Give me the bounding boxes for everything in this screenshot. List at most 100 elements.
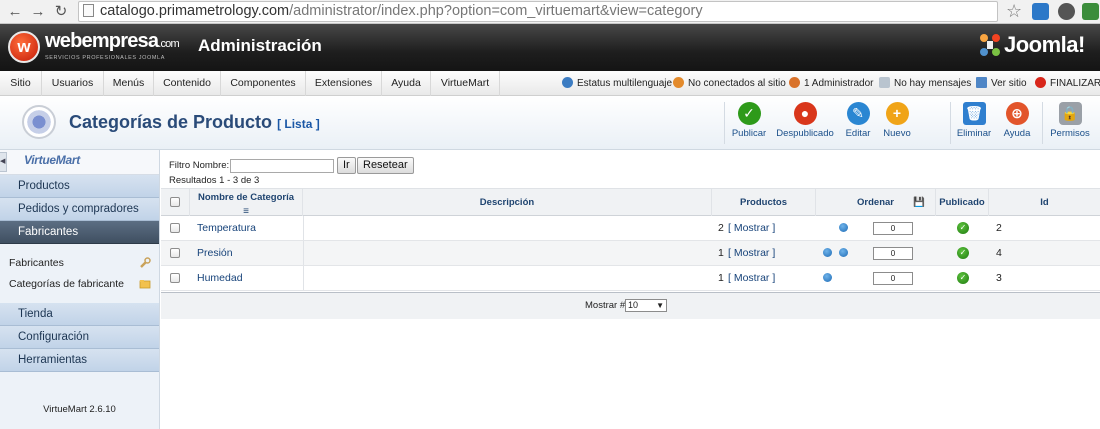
page-title: Categorías de Producto [ Lista ]: [69, 112, 320, 132]
select-all-checkbox[interactable]: [170, 197, 180, 207]
help-lifebuoy-icon: ⊕: [1005, 102, 1029, 125]
menu-item-contenido[interactable]: Contenido: [154, 71, 221, 96]
results-count: Resultados 1 - 3 de 3: [169, 175, 260, 186]
bookmark-star-icon[interactable]: ☆: [1006, 1, 1022, 22]
move-down-icon[interactable]: [839, 223, 848, 232]
sidebar-collapse-icon[interactable]: ◀: [0, 152, 7, 172]
status-messages[interactable]: No hay mensajes: [879, 71, 971, 96]
published-check-icon[interactable]: ✓: [957, 247, 969, 259]
webempresa-logo-icon: w: [8, 31, 40, 63]
joomla-icon: [980, 34, 1000, 56]
table-header: Nombre de Categoría ≡ Descripción Produc…: [161, 188, 1100, 217]
page-subtitle: [ Lista ]: [277, 117, 320, 131]
address-bar[interactable]: catalogo.primametrology.com/administrato…: [78, 1, 998, 22]
reload-icon[interactable]: ↻: [52, 3, 70, 21]
folder-icon: [139, 280, 151, 289]
sidebar-subitem-fabricantes[interactable]: Fabricantes: [0, 253, 159, 273]
main-content: Filtro Nombre: Ir Resetear Resultados 1 …: [161, 150, 1100, 429]
sidebar-item-tienda[interactable]: Tienda: [0, 303, 159, 326]
chevron-down-icon: ▼: [656, 301, 664, 310]
save-order-icon[interactable]: 💾: [913, 189, 925, 216]
category-name-link[interactable]: Temperatura: [197, 216, 256, 240]
lock-icon: 🔒: [1058, 102, 1082, 125]
column-products[interactable]: Productos: [712, 189, 816, 216]
row-checkbox[interactable]: [170, 223, 180, 233]
sidebar-item-fabricantes[interactable]: Fabricantes: [0, 221, 159, 244]
published-check-icon[interactable]: ✓: [957, 222, 969, 234]
publish-button[interactable]: ✓ Publicar: [728, 102, 770, 146]
unpublish-button[interactable]: ● Despublicado: [774, 102, 836, 146]
users-icon: [673, 77, 684, 88]
virtuemart-logo: VirtueMart: [24, 153, 80, 167]
filter-go-button[interactable]: Ir: [337, 157, 356, 174]
publish-check-icon: ✓: [737, 102, 761, 125]
menu-item-virtuemart[interactable]: VirtueMart: [431, 71, 500, 96]
column-published[interactable]: Publicado: [936, 189, 989, 216]
page-toolbar: Categorías de Producto [ Lista ] ✓ Publi…: [0, 96, 1100, 150]
forward-icon[interactable]: →: [29, 3, 47, 21]
order-input[interactable]: 0: [873, 222, 913, 235]
category-name-link[interactable]: Presión: [197, 241, 233, 265]
admin-user-icon: [789, 77, 800, 88]
show-products-link[interactable]: [ Mostrar ]: [728, 216, 775, 240]
column-name[interactable]: Nombre de Categoría ≡: [190, 189, 303, 217]
sidebar-item-productos[interactable]: Productos: [0, 175, 159, 198]
back-icon[interactable]: ←: [6, 3, 24, 21]
edit-pencil-icon: ✎: [846, 102, 870, 125]
menu-item-menus[interactable]: Menús: [104, 71, 154, 96]
category-name-link[interactable]: Humedad: [197, 266, 243, 290]
category-id: 4: [996, 247, 1002, 259]
filter-reset-button[interactable]: Resetear: [357, 157, 414, 174]
extension-icon[interactable]: [1058, 3, 1075, 20]
move-up-icon[interactable]: [823, 273, 832, 282]
row-checkbox[interactable]: [170, 273, 180, 283]
logout-link[interactable]: FINALIZAR: [1035, 71, 1100, 96]
sidebar-item-configuracion[interactable]: Configuración: [0, 326, 159, 349]
show-products-link[interactable]: [ Mostrar ]: [728, 241, 775, 265]
menu-item-ayuda[interactable]: Ayuda: [382, 71, 431, 96]
page-size-select[interactable]: 10 ▼: [625, 299, 667, 312]
brand-logo: webempresa.com: [45, 30, 180, 52]
status-visitors: No conectados al sitio: [673, 71, 786, 96]
published-check-icon[interactable]: ✓: [957, 272, 969, 284]
wrench-icon: [140, 257, 151, 268]
menu-item-usuarios[interactable]: Usuarios: [42, 71, 104, 96]
table-row: Temperatura 2 [ Mostrar ] 0 ✓ 2: [161, 216, 1100, 241]
row-checkbox[interactable]: [170, 248, 180, 258]
show-products-link[interactable]: [ Mostrar ]: [728, 266, 775, 290]
url-path: /administrator/index.php?option=com_virt…: [289, 3, 703, 19]
virtuemart-logo-box: ◀ VirtueMart: [0, 150, 159, 175]
toolbar-separator: [724, 102, 725, 144]
sidebar-item-herramientas[interactable]: Herramientas: [0, 349, 159, 372]
move-down-icon[interactable]: [839, 248, 848, 257]
status-multilanguage[interactable]: Estatus multilenguaje: [562, 71, 672, 96]
column-id[interactable]: Id: [989, 189, 1100, 216]
edit-button[interactable]: ✎ Editar: [840, 102, 876, 146]
menu-item-componentes[interactable]: Componentes: [221, 71, 306, 96]
view-site-link[interactable]: Ver sitio: [976, 71, 1027, 96]
delete-button[interactable]: 🗑 Eliminar: [954, 102, 994, 146]
help-button[interactable]: ⊕ Ayuda: [998, 102, 1036, 146]
joomla-logo: Joomla!: [978, 32, 1098, 62]
column-description[interactable]: Descripción: [303, 189, 712, 216]
order-input[interactable]: 0: [873, 272, 913, 285]
new-button[interactable]: + Nuevo: [880, 102, 914, 146]
categories-page-icon: [22, 105, 56, 139]
toolbar-separator: [950, 102, 951, 144]
sidebar-item-pedidos[interactable]: Pedidos y compradores: [0, 198, 159, 221]
menu-item-extensiones[interactable]: Extensiones: [306, 71, 382, 96]
table-footer: Mostrar # 10 ▼: [161, 292, 1100, 319]
extension-icon[interactable]: [1082, 3, 1099, 20]
order-input[interactable]: 0: [873, 247, 913, 260]
brand-tagline: SERVICIOS PROFESIONALES JOOMLA: [45, 55, 165, 61]
category-description: [303, 266, 712, 290]
category-description: [303, 241, 712, 265]
menu-item-sitio[interactable]: Sitio: [0, 71, 42, 96]
move-up-icon[interactable]: [823, 248, 832, 257]
sidebar-subitem-categorias-fabricante[interactable]: Categorías de fabricante: [0, 274, 159, 294]
filter-name-input[interactable]: [230, 159, 334, 173]
column-order[interactable]: Ordenar 💾: [816, 189, 936, 216]
new-plus-icon: +: [885, 102, 909, 125]
permissions-button[interactable]: 🔒 Permisos: [1046, 102, 1094, 146]
extension-icon[interactable]: [1032, 3, 1049, 20]
